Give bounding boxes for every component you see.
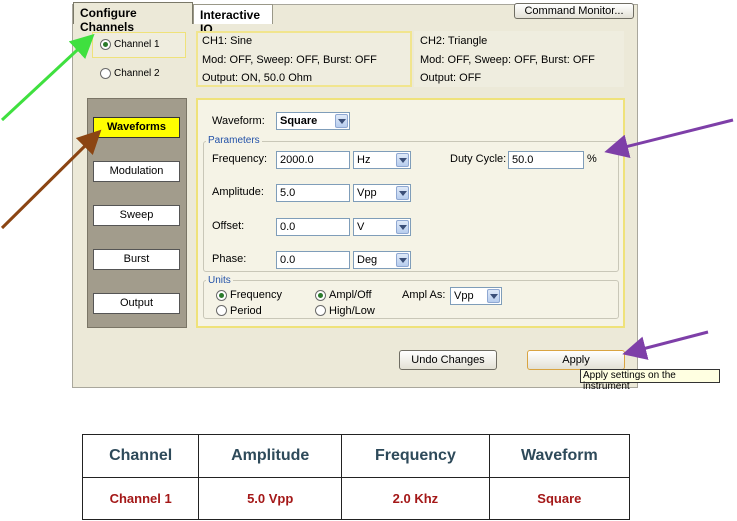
table-header-row: Channel Amplitude Frequency Waveform (81, 434, 631, 478)
header-waveform: Waveform (488, 434, 631, 478)
green-arrow-icon (0, 33, 95, 122)
purple-arrow-apply-icon (622, 330, 709, 360)
purple-arrow-icon (604, 118, 734, 159)
brown-arrow-icon (0, 129, 102, 230)
header-frequency: Frequency (341, 434, 490, 478)
cell-waveform: Square (488, 477, 631, 520)
summary-table: Channel Amplitude Frequency Waveform Cha… (81, 434, 631, 520)
header-channel: Channel (81, 434, 200, 478)
table-row: Channel 1 5.0 Vpp 2.0 Khz Square (81, 477, 631, 520)
cell-frequency: 2.0 Khz (341, 477, 490, 520)
cell-amplitude: 5.0 Vpp (198, 477, 343, 520)
cell-channel: Channel 1 (81, 477, 200, 520)
header-amplitude: Amplitude (198, 434, 343, 478)
